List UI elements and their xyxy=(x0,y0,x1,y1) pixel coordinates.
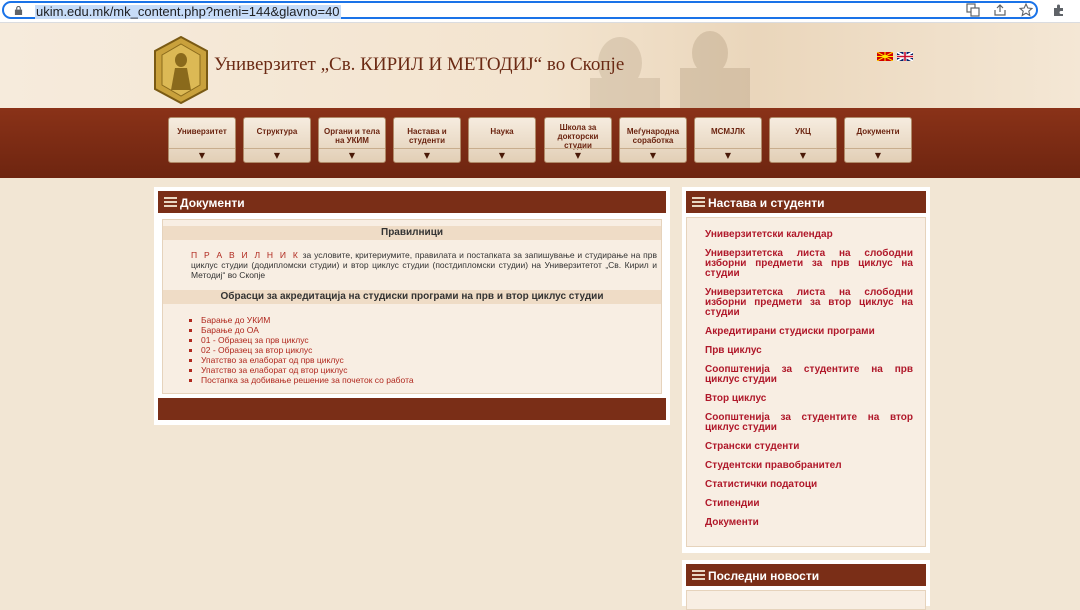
rules-link[interactable]: П Р А В И Л Н И К xyxy=(191,250,300,260)
nav-item-documents[interactable]: Документи ▼ xyxy=(844,117,912,163)
list-item[interactable]: Упатство за елаборат од прв циклус xyxy=(201,355,414,365)
news-panel: Последни новости xyxy=(682,560,930,610)
news-header: Последни новости xyxy=(686,564,926,586)
sidebar-link[interactable]: Странски студенти xyxy=(705,442,913,452)
chevron-down-icon: ▼ xyxy=(574,151,582,160)
share-icon[interactable] xyxy=(993,3,1007,17)
chevron-down-icon: ▼ xyxy=(498,151,506,160)
university-seal-logo[interactable] xyxy=(153,36,209,104)
documents-panel: Документи Правилници П Р А В И Л Н И К з… xyxy=(154,187,670,425)
nav-item-international[interactable]: Меѓународна соработка ▼ xyxy=(619,117,687,163)
nav-item-university[interactable]: Универзитет ▼ xyxy=(168,117,236,163)
main-navigation: Универзитет ▼ Структура ▼ Органи и тела на… xyxy=(0,108,1080,178)
macedonian-flag-icon[interactable] xyxy=(877,52,893,61)
rules-heading: Правилници xyxy=(163,226,661,240)
sidebar-link[interactable]: Универзитетски календар xyxy=(705,230,913,240)
sidebar-links: Универзитетски календар Универзитетска л… xyxy=(705,230,913,537)
university-title[interactable]: Универзитет „Св. КИРИЛ И МЕТОДИЈ“ во Ско… xyxy=(214,54,624,76)
site-header: Универзитет „Св. КИРИЛ И МЕТОДИЈ“ во Ско… xyxy=(0,23,1080,108)
extensions-icon[interactable] xyxy=(1052,3,1066,17)
nav-item-structure[interactable]: Структура ▼ xyxy=(243,117,311,163)
teaching-sidebar: Настава и студенти Универзитетски календ… xyxy=(682,187,930,553)
chevron-down-icon: ▼ xyxy=(799,151,807,160)
forms-heading: Обрасци за акредитација на студиски прог… xyxy=(163,290,661,304)
page-title: Документи xyxy=(180,196,245,210)
sidebar-title: Настава и студенти xyxy=(708,196,825,210)
nav-item-teaching[interactable]: Настава и студенти ▼ xyxy=(393,117,461,163)
chevron-down-icon: ▼ xyxy=(348,151,356,160)
list-icon xyxy=(164,197,177,207)
sidebar-link[interactable]: Стипендии xyxy=(705,499,913,509)
bookmark-star-icon[interactable] xyxy=(1019,3,1033,17)
list-item[interactable]: Барање до ОА xyxy=(201,325,414,335)
list-icon xyxy=(692,197,705,207)
sidebar-link[interactable]: Статистички податоци xyxy=(705,480,913,490)
nav-item-bodies[interactable]: Органи и тела на УКИМ ▼ xyxy=(318,117,386,163)
documents-content: Правилници П Р А В И Л Н И К за условите… xyxy=(162,219,662,394)
documents-panel-header: Документи xyxy=(158,191,666,213)
sidebar-link[interactable]: Соопштенија за студентите на втор циклус… xyxy=(705,413,913,433)
sidebar-link[interactable]: Универзитетска листа на слободни изборни… xyxy=(705,288,913,318)
sidebar-link[interactable]: Прв циклус xyxy=(705,346,913,356)
nav-item-msmjlk[interactable]: МСМЈЛК ▼ xyxy=(694,117,762,163)
list-item[interactable]: Постапка за добивање решение за почеток … xyxy=(201,375,414,385)
list-icon xyxy=(692,570,705,580)
forms-list: Барање до УКИМ Барање до ОА 01 - Образец… xyxy=(191,315,414,385)
list-item[interactable]: Барање до УКИМ xyxy=(201,315,414,325)
sidebar-link[interactable]: Универзитетска листа на слободни изборни… xyxy=(705,249,913,279)
browser-toolbar: ukim.edu.mk/mk_content.php?meni=144&glav… xyxy=(0,0,1080,23)
sidebar-link[interactable]: Соопштенија за студентите на прв циклус … xyxy=(705,365,913,385)
sidebar-header: Настава и студенти xyxy=(686,191,926,213)
lock-icon xyxy=(14,6,23,15)
news-content xyxy=(686,590,926,610)
chevron-down-icon: ▼ xyxy=(724,151,732,160)
documents-panel-footer xyxy=(158,398,666,420)
translate-icon[interactable] xyxy=(966,3,980,17)
sidebar-links-box: Универзитетски календар Универзитетска л… xyxy=(686,217,926,547)
uk-flag-icon[interactable] xyxy=(897,52,913,61)
nav-item-ukc[interactable]: УКЦ ▼ xyxy=(769,117,837,163)
chevron-down-icon: ▼ xyxy=(649,151,657,160)
sidebar-link[interactable]: Втор циклус xyxy=(705,394,913,404)
sidebar-link[interactable]: Студентски правобранител xyxy=(705,461,913,471)
chevron-down-icon: ▼ xyxy=(198,151,206,160)
list-item[interactable]: 02 - Образец за втор циклус xyxy=(201,345,414,355)
chevron-down-icon: ▼ xyxy=(874,151,882,160)
nav-item-science[interactable]: Наука ▼ xyxy=(468,117,536,163)
address-bar[interactable]: ukim.edu.mk/mk_content.php?meni=144&glav… xyxy=(2,1,1038,19)
sidebar-link[interactable]: Акредитирани студиски програми xyxy=(705,327,913,337)
chevron-down-icon: ▼ xyxy=(423,151,431,160)
list-item[interactable]: 01 - Образец за прв циклус xyxy=(201,335,414,345)
rules-paragraph: П Р А В И Л Н И К за условите, критериум… xyxy=(191,250,657,280)
list-item[interactable]: Упатство за елаборат од втор циклус xyxy=(201,365,414,375)
news-title: Последни новости xyxy=(708,569,820,583)
chevron-down-icon: ▼ xyxy=(273,151,281,160)
nav-item-doctoral-school[interactable]: Школа за докторски студии ▼ xyxy=(544,117,612,163)
url-text[interactable]: ukim.edu.mk/mk_content.php?meni=144&glav… xyxy=(35,5,341,19)
sidebar-link[interactable]: Документи xyxy=(705,518,913,528)
